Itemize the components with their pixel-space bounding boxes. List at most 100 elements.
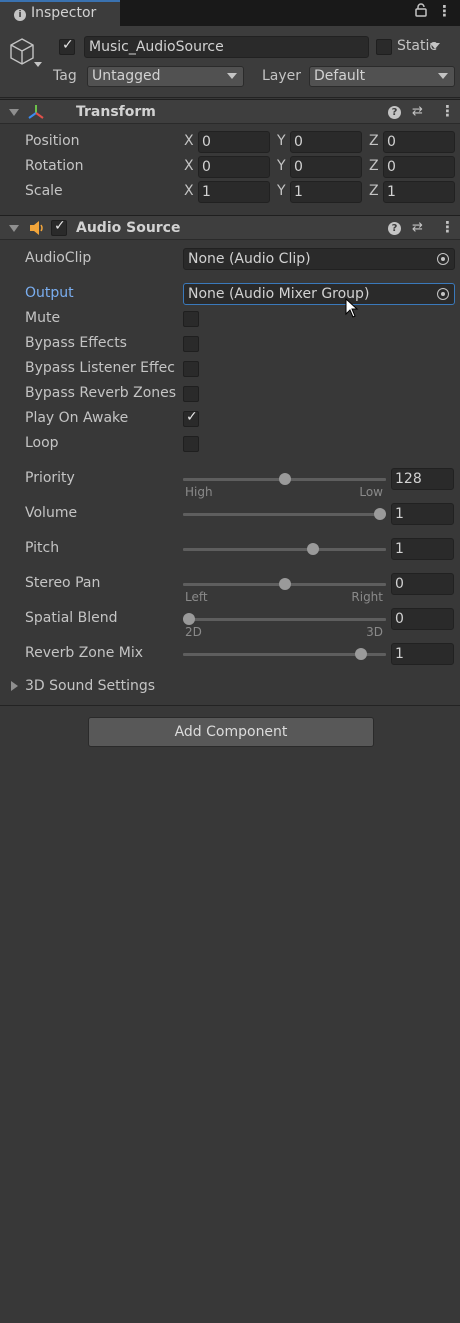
component-menu-icon[interactable]: ⋮	[440, 220, 455, 235]
output-field[interactable]: None (Audio Mixer Group)	[183, 283, 455, 305]
mute-checkbox[interactable]	[183, 311, 199, 327]
audio-clip-field[interactable]: None (Audio Clip)	[183, 248, 455, 270]
sound-settings-label[interactable]: 3D Sound Settings	[25, 678, 155, 694]
audio-clip-label: AudioClip	[25, 250, 92, 266]
bypass-listener-effec-checkbox[interactable]	[183, 361, 199, 377]
play-on-awake-checkbox[interactable]	[183, 409, 199, 427]
scale-y-field[interactable]: 1	[290, 181, 362, 203]
chevron-down-icon	[227, 73, 237, 79]
spatial-blend-value-field[interactable]: 0	[391, 608, 454, 630]
pitch-slider-thumb[interactable]	[307, 543, 320, 555]
priority-min-caption: High	[185, 485, 213, 499]
layer-label: Layer	[262, 68, 302, 84]
reverb-zone-mix-value-field[interactable]: 1	[391, 643, 454, 665]
audio-source-foldout-icon[interactable]	[9, 225, 19, 232]
reverb-zone-mix-label: Reverb Zone Mix	[25, 645, 144, 661]
gameobject-icon[interactable]	[8, 36, 44, 74]
pitch-value-field[interactable]: 1	[391, 538, 454, 560]
axis-z-label: Z	[369, 158, 379, 174]
static-checkbox[interactable]	[376, 39, 392, 55]
axis-y-label: Y	[277, 133, 286, 149]
object-picker-icon[interactable]	[437, 288, 449, 300]
axis-x-label: X	[184, 158, 194, 174]
volume-slider-thumb[interactable]	[374, 508, 386, 520]
stereo-pan-slider-thumb[interactable]	[278, 578, 291, 590]
axis-x-label: X	[184, 183, 194, 199]
layer-dropdown[interactable]: Default	[309, 66, 455, 87]
stereo-pan-label: Stereo Pan	[25, 575, 101, 591]
presets-icon[interactable]: ⇄	[412, 104, 423, 119]
add-component-button[interactable]: Add Component	[88, 717, 374, 747]
priority-value-field[interactable]: 128	[391, 468, 454, 490]
priority-slider-thumb[interactable]	[278, 473, 291, 485]
help-icon[interactable]: ?	[388, 106, 401, 119]
tab-menu-icon[interactable]: ⋮	[437, 4, 452, 19]
toggle-label: Bypass Reverb Zones	[25, 385, 177, 401]
component-menu-icon[interactable]: ⋮	[440, 104, 455, 119]
audio-source-enabled-checkbox[interactable]	[51, 218, 67, 236]
transform-row-label: Scale	[25, 183, 63, 199]
axis-x-label: X	[184, 133, 194, 149]
tag-label: Tag	[53, 68, 77, 84]
divider	[0, 705, 460, 706]
bypass-effects-checkbox[interactable]	[183, 336, 199, 352]
toggle-label: Bypass Listener Effec	[25, 360, 175, 376]
spatial-blend-max-caption: 3D	[366, 625, 383, 639]
output-label: Output	[25, 285, 74, 301]
axis-y-label: Y	[277, 183, 286, 199]
axis-z-label: Z	[369, 183, 379, 199]
transform-row-label: Position	[25, 133, 80, 149]
volume-label: Volume	[25, 505, 78, 521]
object-picker-icon[interactable]	[437, 253, 449, 265]
axis-y-label: Y	[277, 158, 286, 174]
lock-icon[interactable]	[415, 3, 427, 21]
active-checkbox[interactable]	[59, 37, 75, 55]
priority-label: Priority	[25, 470, 75, 486]
rotation-y-field[interactable]: 0	[290, 156, 362, 178]
toggle-label: Play On Awake	[25, 410, 129, 426]
transform-icon	[27, 104, 45, 124]
info-icon: i	[14, 9, 26, 21]
toggle-label: Mute	[25, 310, 61, 326]
stereo-pan-max-caption: Right	[351, 590, 383, 604]
tag-dropdown[interactable]: Untagged	[87, 66, 244, 87]
audio-source-title: Audio Source	[76, 220, 181, 236]
static-dropdown-icon[interactable]	[430, 43, 440, 49]
toggle-label: Bypass Effects	[25, 335, 127, 351]
chevron-down-icon	[438, 73, 448, 79]
rotation-x-field[interactable]: 0	[198, 156, 270, 178]
tab-inspector[interactable]: i Inspector	[0, 0, 120, 26]
output-value: None (Audio Mixer Group)	[188, 286, 370, 302]
rotation-z-field[interactable]: 0	[383, 156, 455, 178]
volume-slider-track[interactable]	[183, 513, 386, 516]
position-x-field[interactable]: 0	[198, 131, 270, 153]
volume-value-field[interactable]: 1	[391, 503, 454, 525]
help-icon[interactable]: ?	[388, 222, 401, 235]
transform-row-label: Rotation	[25, 158, 84, 174]
tag-value: Untagged	[92, 68, 161, 84]
spatial-blend-min-caption: 2D	[185, 625, 202, 639]
reverb-zone-mix-slider-thumb[interactable]	[354, 648, 367, 660]
layer-value: Default	[314, 68, 366, 84]
object-name-field[interactable]: Music_AudioSource	[84, 36, 369, 58]
loop-checkbox[interactable]	[183, 436, 199, 452]
speaker-icon	[29, 220, 45, 240]
tab-inspector-label: Inspector	[31, 5, 97, 21]
position-z-field[interactable]: 0	[383, 131, 455, 153]
stereo-pan-min-caption: Left	[185, 590, 208, 604]
scale-x-field[interactable]: 1	[198, 181, 270, 203]
pitch-slider-track[interactable]	[183, 548, 386, 551]
bypass-reverb-zones-checkbox[interactable]	[183, 386, 199, 402]
presets-icon[interactable]: ⇄	[412, 220, 423, 235]
transform-title: Transform	[76, 104, 156, 120]
toggle-label: Loop	[25, 435, 59, 451]
axis-z-label: Z	[369, 133, 379, 149]
spatial-blend-slider-track[interactable]	[183, 618, 386, 621]
mouse-cursor-icon	[345, 297, 359, 322]
spatial-blend-slider-thumb[interactable]	[183, 613, 195, 625]
sound-settings-foldout-icon[interactable]	[11, 681, 18, 691]
transform-foldout-icon[interactable]	[9, 109, 19, 116]
stereo-pan-value-field[interactable]: 0	[391, 573, 454, 595]
position-y-field[interactable]: 0	[290, 131, 362, 153]
scale-z-field[interactable]: 1	[383, 181, 455, 203]
